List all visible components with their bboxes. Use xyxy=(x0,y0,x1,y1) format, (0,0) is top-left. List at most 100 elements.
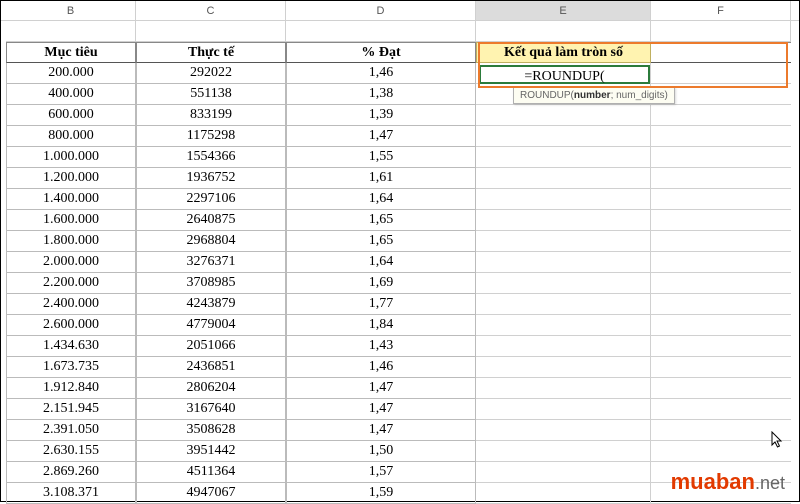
cell-e[interactable] xyxy=(476,252,651,273)
cell-b[interactable]: 1.912.840 xyxy=(6,378,136,399)
cell-d[interactable]: 1,65 xyxy=(286,210,476,231)
cell-c[interactable]: 2051066 xyxy=(136,336,286,357)
cell[interactable] xyxy=(136,21,286,42)
cell-f[interactable] xyxy=(651,441,791,462)
cell-f[interactable] xyxy=(651,378,791,399)
cell-e[interactable] xyxy=(476,168,651,189)
cell-d[interactable]: 1,46 xyxy=(286,357,476,378)
cell-c[interactable]: 2436851 xyxy=(136,357,286,378)
cell-d[interactable]: 1,59 xyxy=(286,483,476,504)
cell[interactable] xyxy=(286,21,476,42)
cell-c[interactable]: 3708985 xyxy=(136,273,286,294)
cell-f[interactable] xyxy=(651,126,791,147)
cell-c[interactable]: 833199 xyxy=(136,105,286,126)
cell-c[interactable]: 1554366 xyxy=(136,147,286,168)
cell-f[interactable] xyxy=(651,399,791,420)
cell-c[interactable]: 4779004 xyxy=(136,315,286,336)
active-cell-formula[interactable]: =ROUNDUP( xyxy=(479,65,650,84)
cell-c[interactable]: 2297106 xyxy=(136,189,286,210)
header-ket-qua[interactable]: Kết quả làm tròn số xyxy=(476,42,651,63)
cell-b[interactable]: 1.800.000 xyxy=(6,231,136,252)
cell-c[interactable]: 292022 xyxy=(136,63,286,84)
cell-d[interactable]: 1,64 xyxy=(286,252,476,273)
cell-e[interactable] xyxy=(476,483,651,504)
cell-b[interactable]: 1.000.000 xyxy=(6,147,136,168)
cell-e[interactable] xyxy=(476,126,651,147)
cell[interactable] xyxy=(651,42,791,63)
cell-e[interactable] xyxy=(476,420,651,441)
cell-d[interactable]: 1,57 xyxy=(286,462,476,483)
cell-c[interactable]: 4243879 xyxy=(136,294,286,315)
cell-f[interactable] xyxy=(651,210,791,231)
cell-c[interactable]: 4947067 xyxy=(136,483,286,504)
cell-b[interactable]: 1.673.735 xyxy=(6,357,136,378)
cell-e[interactable] xyxy=(476,441,651,462)
cell-c[interactable]: 3951442 xyxy=(136,441,286,462)
cell-b[interactable]: 2.000.000 xyxy=(6,252,136,273)
cell-f[interactable] xyxy=(651,315,791,336)
cell-c[interactable]: 4511364 xyxy=(136,462,286,483)
cell[interactable] xyxy=(651,21,791,42)
cell-d[interactable]: 1,50 xyxy=(286,441,476,462)
cell[interactable] xyxy=(476,21,651,42)
cell-b[interactable]: 1.200.000 xyxy=(6,168,136,189)
cell-e[interactable] xyxy=(476,336,651,357)
cell-e[interactable] xyxy=(476,105,651,126)
cell-d[interactable]: 1,46 xyxy=(286,63,476,84)
cell-f[interactable] xyxy=(651,189,791,210)
cell-d[interactable]: 1,47 xyxy=(286,420,476,441)
col-header-f[interactable]: F xyxy=(651,1,791,20)
cell-f[interactable] xyxy=(651,168,791,189)
cell-b[interactable]: 2.400.000 xyxy=(6,294,136,315)
cell-f[interactable] xyxy=(651,63,791,84)
header-muc-tieu[interactable]: Mục tiêu xyxy=(6,42,136,63)
cell-b[interactable]: 1.434.630 xyxy=(6,336,136,357)
col-header-e[interactable]: E xyxy=(476,1,651,20)
cell-e[interactable] xyxy=(476,294,651,315)
header-thuc-te[interactable]: Thực tế xyxy=(136,42,286,63)
cell-e[interactable] xyxy=(476,273,651,294)
cell-d[interactable]: 1,38 xyxy=(286,84,476,105)
cell-d[interactable]: 1,61 xyxy=(286,168,476,189)
cell-d[interactable]: 1,65 xyxy=(286,231,476,252)
cell-e[interactable] xyxy=(476,378,651,399)
cell-c[interactable]: 2806204 xyxy=(136,378,286,399)
cell-d[interactable]: 1,64 xyxy=(286,189,476,210)
cell-b[interactable]: 200.000 xyxy=(6,63,136,84)
cell-f[interactable] xyxy=(651,147,791,168)
cell-c[interactable]: 3167640 xyxy=(136,399,286,420)
cell-e[interactable] xyxy=(476,147,651,168)
cell-c[interactable]: 1936752 xyxy=(136,168,286,189)
cell-b[interactable]: 800.000 xyxy=(6,126,136,147)
cell-f[interactable] xyxy=(651,420,791,441)
cell-b[interactable]: 2.869.260 xyxy=(6,462,136,483)
cell-b[interactable]: 2.391.050 xyxy=(6,420,136,441)
cell-b[interactable]: 2.200.000 xyxy=(6,273,136,294)
cell-b[interactable]: 600.000 xyxy=(6,105,136,126)
cell-f[interactable] xyxy=(651,273,791,294)
cell-e[interactable] xyxy=(476,189,651,210)
cell-f[interactable] xyxy=(651,294,791,315)
col-header-b[interactable]: B xyxy=(6,1,136,20)
header-percent-dat[interactable]: % Đạt xyxy=(286,42,476,63)
spreadsheet[interactable]: B C D E F Mục tiêu Thực tế % Đạt Kết quả… xyxy=(1,1,799,501)
cell-d[interactable]: 1,47 xyxy=(286,126,476,147)
cell-e[interactable] xyxy=(476,210,651,231)
cell-b[interactable]: 1.600.000 xyxy=(6,210,136,231)
cell-d[interactable]: 1,77 xyxy=(286,294,476,315)
cell-d[interactable]: 1,84 xyxy=(286,315,476,336)
cell-d[interactable]: 1,55 xyxy=(286,147,476,168)
cell-d[interactable]: 1,43 xyxy=(286,336,476,357)
cell-c[interactable]: 1175298 xyxy=(136,126,286,147)
cell-d[interactable]: 1,69 xyxy=(286,273,476,294)
cell[interactable] xyxy=(6,21,136,42)
cell-e[interactable] xyxy=(476,231,651,252)
cell-e[interactable] xyxy=(476,357,651,378)
col-header-d[interactable]: D xyxy=(286,1,476,20)
cell-f[interactable] xyxy=(651,105,791,126)
cell-c[interactable]: 551138 xyxy=(136,84,286,105)
cell-e[interactable] xyxy=(476,399,651,420)
cell-f[interactable] xyxy=(651,231,791,252)
cell-c[interactable]: 3508628 xyxy=(136,420,286,441)
cell-f[interactable] xyxy=(651,252,791,273)
